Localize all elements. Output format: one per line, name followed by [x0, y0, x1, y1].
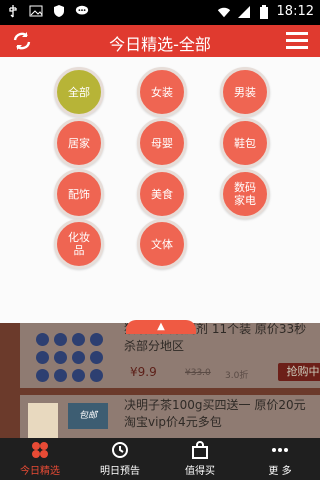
product-title: 决明子茶100g买四送一 原价20元 淘宝vip价4元多包 [124, 398, 306, 429]
category-cosmetics[interactable]: 化妆 品 [54, 219, 104, 269]
category-women[interactable]: 女装 [137, 67, 187, 117]
product-list-overlay: 猫洁厕灵洁厕剂 11个装 原价33秒杀部分地区 ¥9.9 ¥33.0 3.0折 … [0, 323, 320, 438]
more-icon [272, 448, 288, 452]
shipping-badge: 包邮 [68, 403, 108, 429]
clock-time: 18:12 [276, 4, 314, 19]
tab-label: 更 多 [268, 466, 292, 477]
chat-icon [75, 4, 89, 18]
category-sports-stationery[interactable]: 文体 [137, 219, 187, 269]
category-food[interactable]: 美食 [137, 169, 187, 219]
title-bar: 今日精选-全部 [0, 25, 320, 57]
status-bar: 18:12 [0, 0, 320, 25]
image-icon [29, 4, 43, 18]
chevron-up-icon: ▲ [157, 321, 165, 332]
category-accessories[interactable]: 配饰 [54, 169, 104, 219]
shield-icon [52, 4, 66, 18]
discount: 3.0折 [225, 371, 249, 381]
tab-today-picks[interactable]: 今日精选 [0, 438, 80, 480]
category-electronics[interactable]: 数码 家电 [220, 169, 270, 219]
usb-icon [6, 4, 20, 18]
category-panel: 全部 女装 男装 居家 母婴 鞋包 配饰 美食 数码 家电 化妆 品 文体 [0, 57, 320, 323]
page-title: 今日精选-全部 [109, 35, 211, 54]
list-item[interactable]: 包邮 决明子茶100g买四送一 原价20元 淘宝vip价4元多包 [20, 395, 320, 438]
tab-tomorrow-preview[interactable]: 明日预告 [80, 438, 160, 480]
category-baby[interactable]: 母婴 [137, 118, 187, 168]
category-all[interactable]: 全部 [54, 67, 104, 117]
tab-label: 明日预告 [100, 466, 140, 477]
menu-icon[interactable] [286, 32, 308, 50]
original-price: ¥33.0 [185, 368, 211, 378]
tab-more[interactable]: 更 多 [240, 438, 320, 480]
collapse-panel-button[interactable]: ▲ [126, 320, 196, 334]
battery-icon [257, 4, 271, 19]
category-men[interactable]: 男装 [220, 67, 270, 117]
grid-icon [32, 442, 48, 458]
wifi-icon [217, 5, 231, 19]
bottom-tab-bar: 今日精选 明日预告 值得买 更 多 [0, 438, 320, 480]
signal-icon [237, 5, 251, 19]
tab-label: 今日精选 [20, 466, 60, 477]
product-image [28, 403, 58, 438]
buy-button[interactable]: 抢购中 [278, 363, 320, 381]
tab-label: 值得买 [185, 466, 215, 477]
clock-icon [112, 442, 128, 458]
product-image [28, 329, 113, 382]
bag-icon [192, 441, 208, 459]
tab-worth-buying[interactable]: 值得买 [160, 438, 240, 480]
category-shoes-bags[interactable]: 鞋包 [220, 118, 270, 168]
category-home[interactable]: 居家 [54, 118, 104, 168]
product-price: ¥9.9 [130, 365, 157, 379]
